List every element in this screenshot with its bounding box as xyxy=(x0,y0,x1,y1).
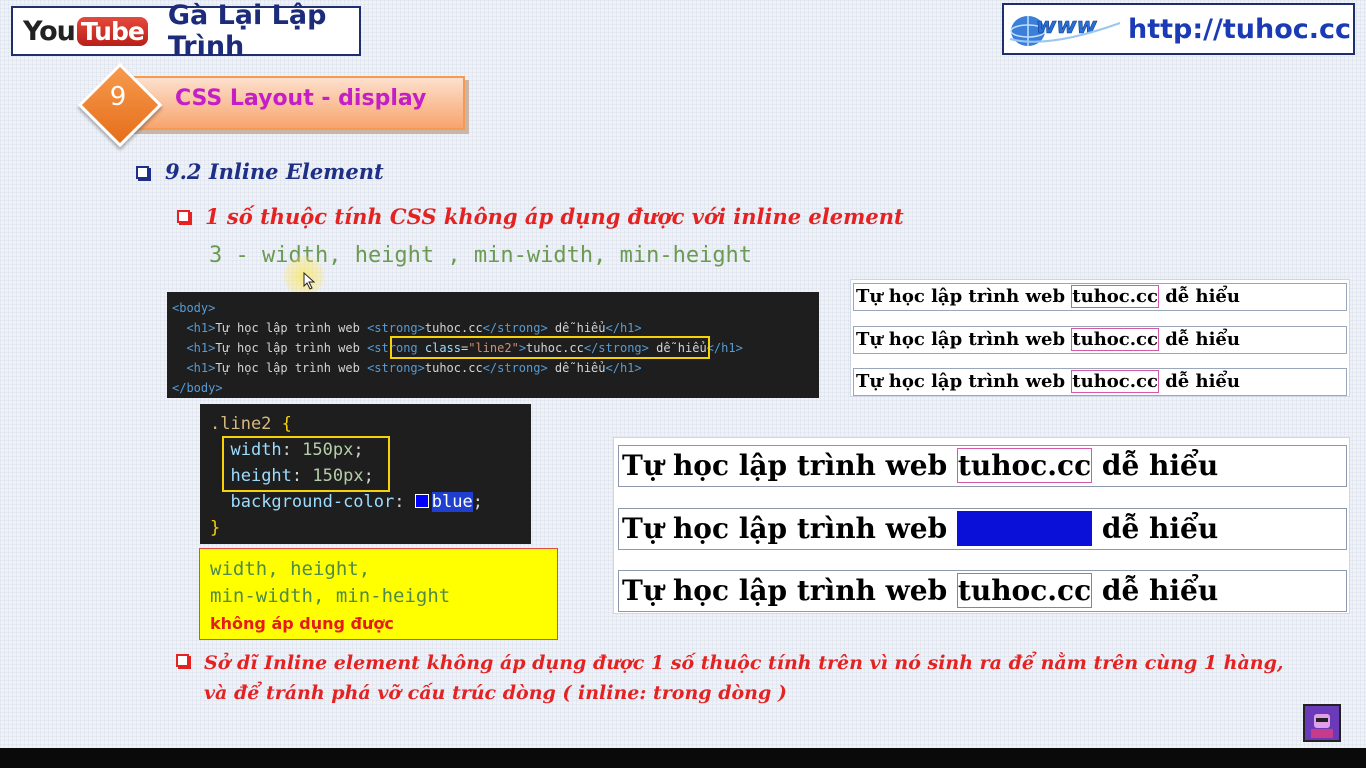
result-h1-line2: Tự học lập trình web tuhoc.cc dễ hiểu xyxy=(618,508,1347,550)
browser-result-small: Tự học lập trình web tuhoc.cc dễ hiểu Tự… xyxy=(850,279,1350,397)
result-h1: Tự học lập trình web tuhoc.cc dễ hiểu xyxy=(853,368,1347,396)
explanation-line-1: Sở dĩ Inline element không áp dụng được … xyxy=(204,652,1284,674)
checkbox-bullet-icon xyxy=(136,166,149,179)
result-h1: Tự học lập trình web tuhoc.cc dễ hiểu xyxy=(853,283,1347,311)
css-selector-line: .line2 { xyxy=(210,414,292,434)
video-bottom-bar xyxy=(0,748,1366,768)
note-line-1: width, height, xyxy=(210,558,371,580)
explanation-text: Sở dĩ Inline element không áp dụng được … xyxy=(204,648,1324,708)
code-highlight-box xyxy=(222,436,390,492)
youtube-logo-you: You xyxy=(23,15,76,47)
checkbox-bullet-icon xyxy=(177,210,190,223)
sub-heading: 1 số thuộc tính CSS không áp dụng được v… xyxy=(205,204,904,229)
section-heading: 9.2 Inline Element xyxy=(165,159,384,184)
css-code-panel: .line2 { width: 150px; height: 150px; ba… xyxy=(200,404,531,544)
color-swatch-icon xyxy=(414,494,429,508)
result-h1: Tự học lập trình web tuhoc.cc dễ hiểu xyxy=(618,570,1347,612)
result-h1: Tự học lập trình web tuhoc.cc dễ hiểu xyxy=(618,445,1347,487)
yellow-note: width, height, min-width, min-height khô… xyxy=(199,548,558,640)
note-line-2: min-width, min-height xyxy=(210,585,451,607)
code-line: <body> xyxy=(172,301,216,315)
youtube-logo-tube: Tube xyxy=(76,16,148,46)
browser-result-large: Tự học lập trình web tuhoc.cc dễ hiểu Tự… xyxy=(613,437,1350,614)
code-highlight-box xyxy=(390,336,710,359)
html-code-panel: <body> <h1>Tự học lập trình web <strong>… xyxy=(167,292,819,398)
css-close-line: } xyxy=(210,518,221,538)
youtube-channel-box: You Tube Gà Lại Lập Trình xyxy=(11,0,361,62)
checkbox-bullet-icon xyxy=(176,654,189,667)
svg-text:www: www xyxy=(1036,14,1098,39)
site-url-box: www http://tuhoc.cc xyxy=(1002,3,1355,55)
mouse-cursor-icon xyxy=(303,271,317,294)
code-line: <h1>Tự học lập trình web <strong>tuhoc.c… xyxy=(186,361,642,375)
channel-name: Gà Lại Lập Trình xyxy=(167,0,327,62)
result-h1: Tự học lập trình web tuhoc.cc dễ hiểu xyxy=(853,326,1347,354)
chapter-title: CSS Layout - display xyxy=(175,86,427,111)
channel-avatar[interactable] xyxy=(1303,704,1341,742)
site-url[interactable]: http://tuhoc.cc xyxy=(1128,14,1351,45)
code-line: <h1>Tự học lập trình web <strong>tuhoc.c… xyxy=(186,321,642,335)
note-line-3: không áp dụng được xyxy=(210,614,394,633)
explanation-line-2: và để tránh phá vỡ cấu trúc dòng ( inlin… xyxy=(204,682,787,704)
css-bg-line: background-color: blue; xyxy=(230,492,483,512)
code-line: </body> xyxy=(172,381,223,395)
chapter-number: 9 xyxy=(109,82,127,112)
www-globe-icon: www xyxy=(1008,9,1124,49)
